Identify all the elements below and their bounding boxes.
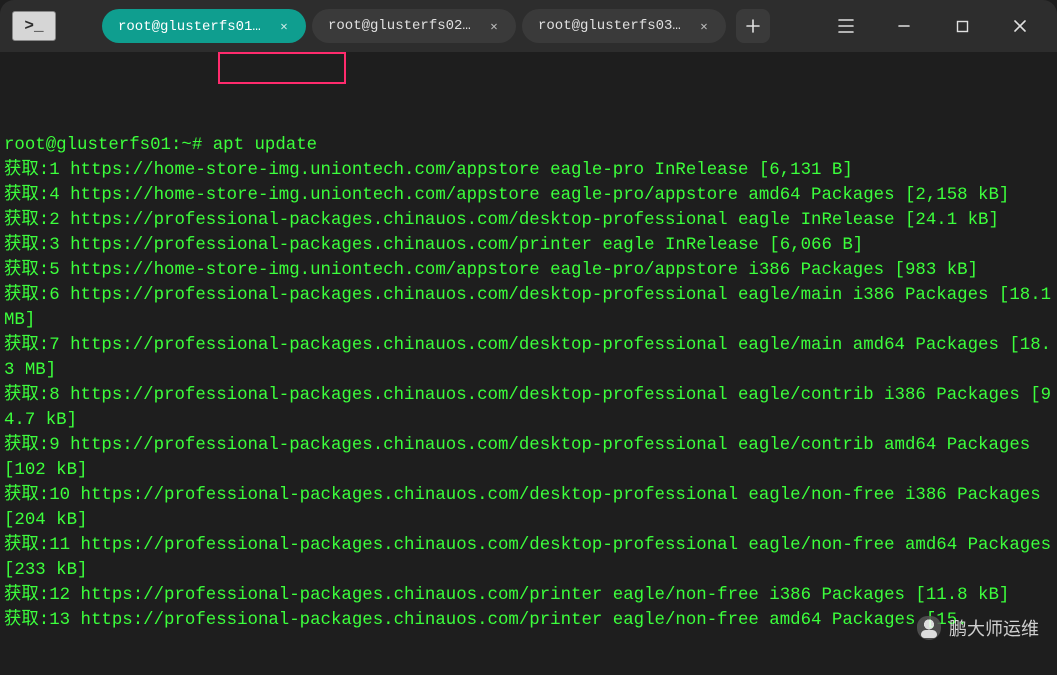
hamburger-icon [838,19,854,33]
output-line: 获取:7 https://professional-packages.china… [4,333,1053,383]
output-line: 获取:11 https://professional-packages.chin… [4,533,1053,583]
close-icon[interactable]: ✕ [486,18,502,34]
typed-command: apt update [213,136,317,155]
new-tab-button[interactable] [736,9,770,43]
title-bar: >_ root@glusterfs01: ‥ ✕ root@glusterfs0… [0,0,1057,52]
tab-2[interactable]: root@glusterfs02: … ✕ [312,9,516,43]
command-highlight-box [218,52,346,84]
output-line: 获取:1 https://home-store-img.uniontech.co… [4,158,1053,183]
menu-button[interactable] [823,5,869,47]
terminal-glyph-icon: >_ [24,18,43,34]
close-icon [1013,19,1027,33]
tab-1[interactable]: root@glusterfs01: ‥ ✕ [102,9,306,43]
close-window-button[interactable] [991,5,1049,47]
output-line: 获取:5 https://home-store-img.uniontech.co… [4,258,1053,283]
output-line: 获取:6 https://professional-packages.china… [4,283,1053,333]
output-line: 获取:8 https://professional-packages.china… [4,383,1053,433]
output-lines: 获取:1 https://home-store-img.uniontech.co… [4,158,1053,633]
tab-label: root@glusterfs01: ‥ [118,18,268,35]
window-controls [875,5,1049,47]
output-line: 获取:9 https://professional-packages.china… [4,433,1053,483]
shell-prompt: root@glusterfs01:~# [4,136,213,155]
output-line: 获取:10 https://professional-packages.chin… [4,483,1053,533]
close-icon[interactable]: ✕ [276,18,292,34]
plus-icon [746,19,760,33]
tab-label: root@glusterfs03: … [538,18,688,34]
minimize-icon [897,19,911,33]
tab-label: root@glusterfs02: … [328,18,478,34]
output-line: 获取:13 https://professional-packages.chin… [4,608,1053,633]
minimize-button[interactable] [875,5,933,47]
output-line: 获取:2 https://professional-packages.china… [4,208,1053,233]
output-line: 获取:3 https://professional-packages.china… [4,233,1053,258]
output-line: 获取:4 https://home-store-img.uniontech.co… [4,183,1053,208]
close-icon[interactable]: ✕ [696,18,712,34]
tab-3[interactable]: root@glusterfs03: … ✕ [522,9,726,43]
maximize-icon [956,20,969,33]
prompt-line: root@glusterfs01:~# apt update [4,133,1053,158]
app-icon: >_ [12,11,56,41]
output-line: 获取:12 https://professional-packages.chin… [4,583,1053,608]
maximize-button[interactable] [933,5,991,47]
terminal-output[interactable]: root@glusterfs01:~# apt update获取:1 https… [0,52,1057,664]
